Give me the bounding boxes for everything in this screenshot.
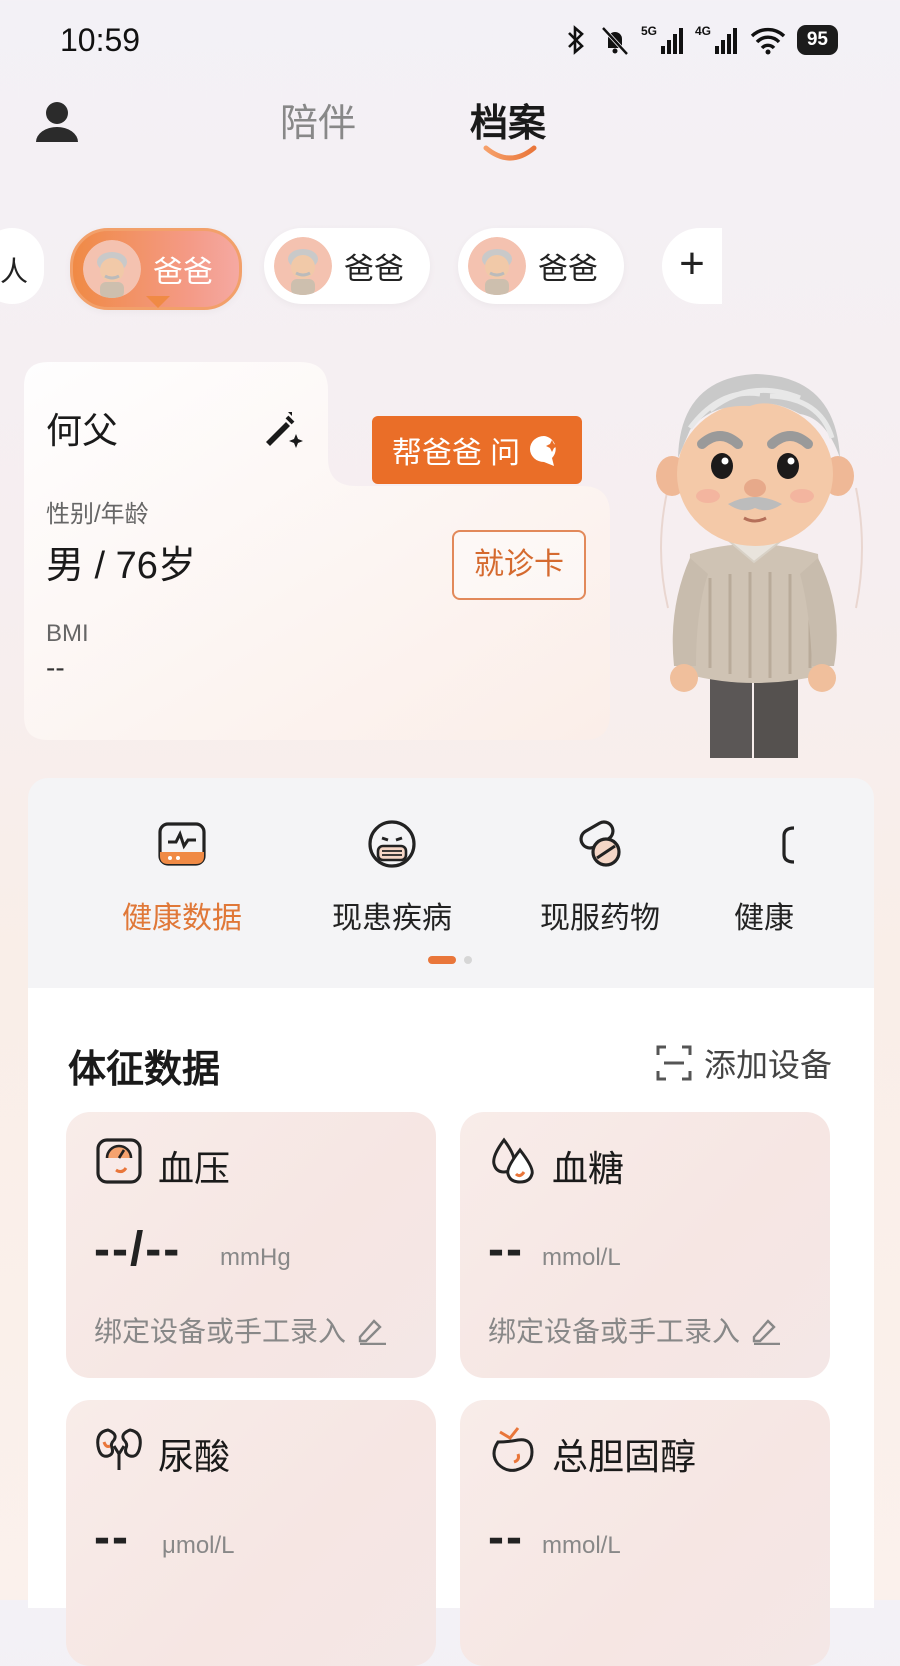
nav-current-medication[interactable]: 现服药物 — [540, 816, 660, 937]
gender-age-value: 男 / 76岁 — [46, 545, 196, 587]
add-device-label: 添加设备 — [703, 1047, 832, 1083]
network-5g-label: 5G — [641, 24, 657, 38]
peach-icon — [492, 1427, 534, 1472]
medical-card-button[interactable]: 就诊卡 — [452, 530, 586, 600]
nav-label: 健康 — [734, 902, 794, 935]
ask-button-label: 帮爸爸 问 — [391, 437, 521, 470]
scan-icon — [656, 1045, 692, 1081]
family-chip-dad-3[interactable]: 爸爸 — [458, 228, 624, 304]
metric-unit: mmol/L — [542, 1532, 621, 1559]
nav-pager — [428, 956, 472, 964]
bluetooth-icon — [567, 25, 584, 55]
vitals-section: 体征数据 添加设备 血压 --/-- mmHg 绑定设备或手工录入 血糖 -- … — [28, 988, 874, 1666]
pill-icon — [579, 820, 621, 867]
metric-unit: mmHg — [220, 1244, 291, 1271]
partial-icon — [782, 826, 795, 864]
dad-avatar — [468, 237, 526, 295]
signal-5g-icon: 5G — [641, 24, 683, 54]
metric-hint-label: 绑定设备或手工录入 — [488, 1316, 741, 1347]
masked-face-icon — [368, 820, 416, 868]
family-chip-label: 爸爸 — [153, 256, 213, 289]
add-family-member-button[interactable]: + — [662, 228, 722, 304]
chat-sparkle-icon — [530, 436, 559, 466]
active-chip-pointer — [146, 296, 170, 308]
pencil-icon — [358, 1319, 387, 1345]
monitor-icon — [158, 822, 206, 866]
vitals-title: 体征数据 — [68, 1049, 221, 1091]
nav-label: 健康数据 — [122, 902, 242, 935]
metric-name: 血糖 — [552, 1148, 625, 1189]
user-profile-button[interactable] — [30, 96, 84, 150]
ask-for-dad-button[interactable]: 帮爸爸 问 — [372, 416, 582, 484]
status-bar: 10:59 5G 4G 95 — [0, 0, 900, 80]
family-chip-partial[interactable]: 人 — [0, 228, 44, 304]
metric-card-blood-sugar[interactable]: 血糖 -- mmol/L 绑定设备或手工录入 — [460, 1112, 830, 1378]
wifi-icon — [750, 27, 786, 55]
metric-hint-label: 绑定设备或手工录入 — [94, 1316, 347, 1347]
pencil-icon — [752, 1319, 781, 1345]
status-time: 10:59 — [60, 22, 141, 58]
edit-magic-icon[interactable] — [260, 406, 304, 450]
user-icon — [36, 102, 78, 142]
metric-value: -- — [488, 1223, 524, 1276]
metric-input-hint[interactable]: 绑定设备或手工录入 — [488, 1310, 782, 1350]
blood-pressure-icon — [96, 1138, 142, 1184]
family-chip-dad-2[interactable]: 爸爸 — [264, 228, 430, 304]
metric-value: --/-- — [94, 1223, 182, 1276]
family-chip-label: 爸爸 — [344, 253, 404, 286]
metric-value: -- — [94, 1511, 130, 1564]
metric-card-uric-acid[interactable]: 尿酸 -- μmol/L — [66, 1400, 436, 1666]
dad-avatar — [274, 237, 332, 295]
family-chip-partial-label: 人 — [0, 256, 29, 287]
nav-health-more[interactable]: 健康 — [734, 816, 796, 937]
metric-card-blood-pressure[interactable]: 血压 --/-- mmHg 绑定设备或手工录入 — [66, 1112, 436, 1378]
metric-name: 尿酸 — [158, 1436, 231, 1477]
family-chip-label: 爸爸 — [538, 253, 598, 286]
pager-dot-active — [428, 956, 456, 964]
tab-archive[interactable]: 档案 — [470, 92, 546, 147]
pager-dot — [464, 956, 472, 964]
add-device-button[interactable]: 添加设备 — [656, 1040, 832, 1086]
profile-card: 何父 帮爸爸 问 性别/年龄 男 / 76岁 就诊卡 BMI -- — [24, 362, 610, 740]
metric-input-hint[interactable]: 绑定设备或手工录入 — [94, 1310, 388, 1350]
battery-indicator: 95 — [796, 25, 838, 55]
family-member-list: 人 爸爸 爸爸 爸爸 + — [0, 228, 900, 310]
profile-name: 何父 — [46, 410, 119, 451]
nav-label: 现服药物 — [540, 902, 660, 935]
blood-drop-icon — [492, 1137, 534, 1184]
nav-label: 现患疾病 — [332, 902, 452, 935]
elderly-character-illustration — [656, 374, 863, 758]
nav-current-disease[interactable]: 现患疾病 — [332, 816, 452, 937]
tab-active-indicator — [483, 145, 537, 161]
kidney-icon — [96, 1428, 142, 1470]
tab-companion[interactable]: 陪伴 — [280, 92, 356, 147]
network-4g-label: 4G — [695, 24, 711, 38]
status-icons: 5G 4G 95 — [563, 24, 838, 56]
bmi-value: -- — [46, 652, 65, 683]
gender-age-label: 性别/年龄 — [46, 501, 149, 528]
metric-card-total-cholesterol[interactable]: 总胆固醇 -- mmol/L — [460, 1400, 830, 1666]
plus-icon: + — [679, 239, 705, 288]
mute-bell-icon — [601, 26, 629, 56]
metric-value: -- — [488, 1511, 524, 1564]
nav-health-data[interactable]: 健康数据 — [122, 816, 242, 937]
health-category-nav: 健康数据 现患疾病 现服药物 健康 — [28, 778, 874, 988]
metric-name: 总胆固醇 — [552, 1436, 697, 1477]
dad-avatar — [83, 240, 141, 298]
metric-unit: μmol/L — [162, 1532, 235, 1559]
metric-name: 血压 — [158, 1148, 231, 1189]
metric-unit: mmol/L — [542, 1244, 621, 1271]
signal-4g-icon: 4G — [695, 24, 737, 54]
bmi-label: BMI — [46, 620, 89, 647]
